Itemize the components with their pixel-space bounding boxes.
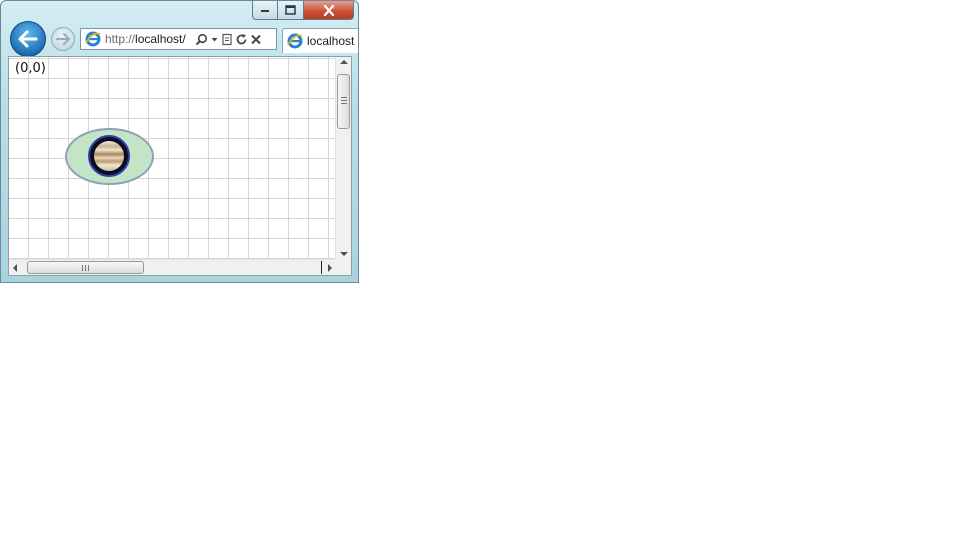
- scroll-edge-marker: [321, 261, 322, 274]
- maximize-icon: [285, 5, 296, 15]
- url-host: localhost/: [135, 32, 186, 46]
- scroll-left-arrow-icon[interactable]: [13, 264, 17, 272]
- grip-icon: [341, 97, 347, 104]
- close-icon: [323, 4, 334, 16]
- back-arrow-icon: [18, 30, 38, 48]
- tab-label: localhost: [307, 34, 355, 48]
- planet-image: [94, 141, 124, 171]
- address-bar[interactable]: http://localhost/: [80, 28, 277, 50]
- jupiter-planet[interactable]: [88, 135, 130, 177]
- minimize-icon: [261, 10, 269, 12]
- search-dropdown-button[interactable]: [210, 33, 219, 46]
- address-tools: [195, 33, 262, 46]
- window-caption-buttons: [252, 1, 354, 20]
- back-button[interactable]: [10, 21, 46, 57]
- url-scheme: http://: [105, 32, 136, 46]
- origin-label: (0,0): [15, 61, 46, 76]
- vertical-scrollbar[interactable]: [335, 57, 351, 260]
- scroll-down-arrow-icon[interactable]: [340, 252, 348, 256]
- dropdown-arrow-icon: [211, 37, 218, 41]
- minimize-button[interactable]: [252, 1, 278, 20]
- tab-favicon-icon: [287, 33, 303, 49]
- scrollbar-corner: [335, 259, 351, 275]
- refresh-button[interactable]: [235, 33, 248, 46]
- close-button[interactable]: [304, 1, 354, 20]
- forward-arrow-icon: [56, 33, 70, 45]
- compatibility-view-button[interactable]: [221, 33, 233, 46]
- search-button[interactable]: [195, 33, 208, 46]
- forward-button[interactable]: [51, 27, 75, 51]
- refresh-icon: [236, 33, 247, 44]
- vertical-scroll-thumb[interactable]: [337, 74, 350, 129]
- scroll-right-arrow-icon[interactable]: [328, 264, 332, 272]
- compatibility-view-icon: [222, 33, 232, 45]
- stop-icon: [251, 34, 261, 44]
- stop-button[interactable]: [250, 33, 262, 46]
- internet-explorer-icon: [85, 31, 101, 47]
- page-viewport: (0,0): [8, 56, 352, 276]
- search-icon: [195, 33, 208, 45]
- grip-icon: [82, 265, 89, 271]
- url-text[interactable]: http://localhost/: [105, 32, 191, 46]
- grid-canvas[interactable]: (0,0): [9, 57, 336, 260]
- maximize-button[interactable]: [278, 1, 304, 20]
- tab-localhost[interactable]: localhost: [282, 28, 358, 53]
- horizontal-scroll-thumb[interactable]: [27, 261, 144, 274]
- horizontal-scrollbar[interactable]: [9, 259, 336, 275]
- browser-window: http://localhost/ localhost (0,0): [0, 0, 359, 283]
- scroll-up-arrow-icon[interactable]: [340, 60, 348, 64]
